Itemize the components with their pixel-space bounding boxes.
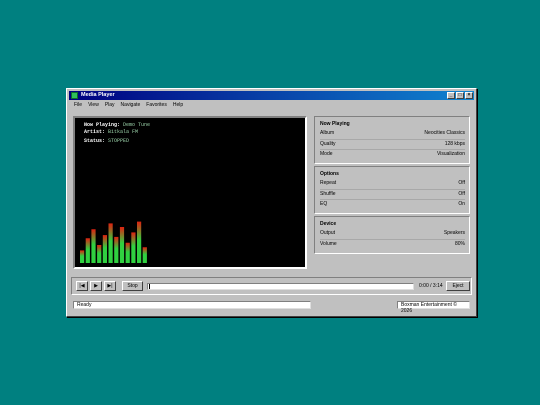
output-row[interactable]: Output Speakers bbox=[320, 229, 465, 240]
seek-bar[interactable] bbox=[147, 283, 414, 290]
visualizer-bar bbox=[142, 247, 147, 263]
copyright-text: Boxman Entertainment © 2026 bbox=[397, 301, 470, 314]
shuffle-row[interactable]: Shuffle Off bbox=[320, 190, 465, 201]
repeat-row[interactable]: Repeat Off bbox=[320, 179, 465, 190]
visualizer-bar bbox=[102, 235, 107, 263]
row-value: On bbox=[458, 201, 465, 208]
visualizer-bar bbox=[80, 250, 85, 263]
visualizer-bar bbox=[137, 221, 142, 263]
transport-controls: |◀ ▶ ▶| Stop 0:00 / 3:14 Eject bbox=[71, 277, 472, 295]
row-value: Speakers bbox=[443, 230, 465, 237]
visualizer-bar bbox=[108, 223, 113, 263]
row-label: Repeat bbox=[320, 180, 337, 187]
panel-title: Device bbox=[320, 221, 337, 228]
device-panel: Device Output Speakers Volume 80% bbox=[314, 216, 470, 254]
visualizer-bar bbox=[119, 227, 125, 263]
artist-label: Artist: bbox=[84, 129, 106, 135]
menu-favorites[interactable]: Favorites bbox=[143, 101, 170, 109]
visualizer-bar bbox=[91, 229, 96, 263]
row-value: 80% bbox=[454, 240, 465, 247]
play-button[interactable]: ▶ bbox=[90, 281, 102, 291]
track-info: Now Playing: Demo Tune Artist: Bitkala F… bbox=[84, 122, 150, 145]
row-label: Mode bbox=[320, 151, 333, 158]
row-value: Off bbox=[458, 180, 465, 187]
minimize-button[interactable]: _ bbox=[447, 92, 455, 99]
visualizer-bar bbox=[85, 238, 90, 263]
menu-navigate[interactable]: Navigate bbox=[118, 101, 144, 109]
status-text: Ready bbox=[73, 301, 311, 309]
now-playing-value: Demo Tune bbox=[123, 122, 151, 128]
window-title: Media Player bbox=[81, 92, 115, 98]
row-label: Album bbox=[320, 130, 335, 136]
visualizer-bar bbox=[125, 242, 130, 263]
status-bar: Ready Boxman Entertainment © 2026 bbox=[71, 300, 472, 314]
seek-thumb[interactable] bbox=[149, 284, 150, 289]
info-sidebar: Now Playing Album Neocities Classics Qual… bbox=[314, 116, 470, 256]
row-label: Shuffle bbox=[320, 190, 336, 197]
app-icon bbox=[71, 92, 78, 99]
menu-bar: File View Play Navigate Favorites Help bbox=[71, 101, 186, 109]
title-bar[interactable]: Media Player _ □ × bbox=[69, 91, 474, 100]
status-value: STOPPED bbox=[108, 138, 130, 144]
mode-row: Mode Visualization bbox=[320, 150, 465, 160]
next-button[interactable]: ▶| bbox=[104, 281, 116, 291]
video-display[interactable]: Now Playing: Demo Tune Artist: Bitkala F… bbox=[73, 116, 307, 269]
eq-row[interactable]: EQ On bbox=[320, 200, 465, 210]
audio-visualizer bbox=[80, 221, 147, 263]
visualizer-bar bbox=[131, 232, 136, 263]
row-value: Visualization bbox=[437, 151, 465, 158]
panel-title: Now Playing bbox=[320, 121, 350, 127]
row-label: Quality bbox=[320, 140, 336, 147]
row-value: 128 kbps bbox=[444, 140, 465, 147]
menu-help[interactable]: Help bbox=[170, 101, 186, 109]
now-playing-label: Now Playing: bbox=[84, 122, 121, 128]
quality-row: Quality 128 kbps bbox=[320, 140, 465, 151]
previous-button[interactable]: |◀ bbox=[76, 281, 88, 291]
menu-play[interactable]: Play bbox=[102, 101, 118, 109]
media-player-window: Media Player _ □ × File View Play Naviga… bbox=[66, 88, 477, 317]
menu-view[interactable]: View bbox=[85, 101, 102, 109]
now-playing-panel: Now Playing Album Neocities Classics Qual… bbox=[314, 116, 470, 165]
panel-title: Options bbox=[320, 171, 339, 178]
visualizer-bar bbox=[114, 236, 119, 263]
row-label: EQ bbox=[320, 201, 328, 208]
menu-file[interactable]: File bbox=[71, 101, 85, 109]
row-value: Off bbox=[458, 190, 465, 197]
visualizer-bar bbox=[97, 245, 102, 263]
row-label: Output bbox=[320, 230, 336, 237]
time-display: 0:00 / 3:14 bbox=[419, 283, 443, 289]
volume-row[interactable]: Volume 80% bbox=[320, 240, 465, 250]
close-button[interactable]: × bbox=[465, 92, 473, 99]
artist-value: Bitkala FM bbox=[108, 129, 139, 135]
maximize-button[interactable]: □ bbox=[456, 92, 464, 99]
album-row: Album Neocities Classics bbox=[320, 129, 465, 140]
eject-button[interactable]: Eject bbox=[446, 281, 470, 291]
options-panel: Options Repeat Off Shuffle Off EQ On bbox=[314, 166, 470, 215]
stop-button[interactable]: Stop bbox=[122, 281, 143, 291]
row-value: Neocities Classics bbox=[424, 130, 465, 136]
status-label: Status: bbox=[84, 138, 106, 144]
row-label: Volume bbox=[320, 240, 337, 247]
